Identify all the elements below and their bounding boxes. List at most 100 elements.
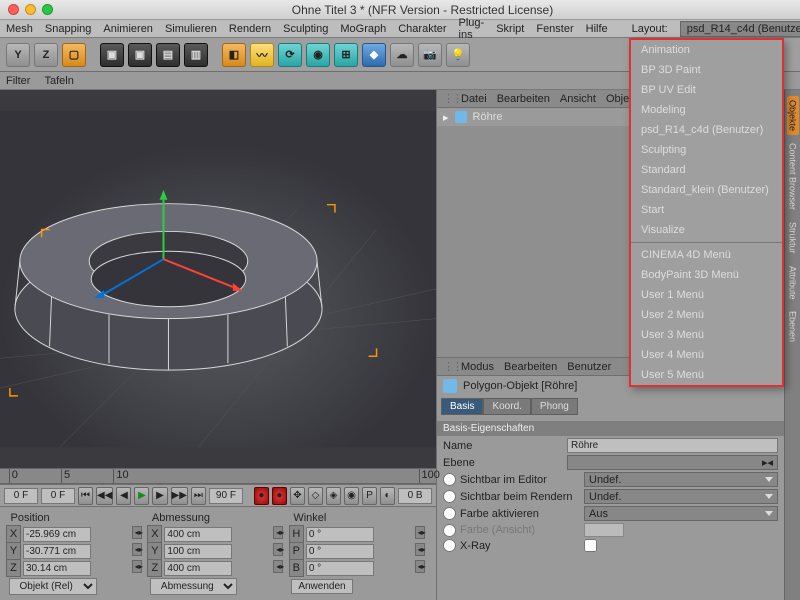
layout-item[interactable]: User 2 Menü [631, 305, 782, 325]
ang-h-field[interactable] [306, 527, 374, 542]
key-param-icon[interactable]: P [362, 487, 377, 505]
goto-end-icon[interactable]: ⏭ [191, 487, 206, 505]
sidetab-ebenen[interactable]: Ebenen [787, 307, 799, 346]
layout-item[interactable]: psd_R14_c4d (Benutzer) [631, 120, 782, 140]
menu-snapping[interactable]: Snapping [45, 23, 92, 35]
objects-menu-file[interactable]: Datei [461, 93, 487, 105]
attr-xray-radio[interactable] [443, 539, 456, 552]
tab-phong[interactable]: Phong [531, 398, 578, 415]
menu-character[interactable]: Charakter [398, 23, 446, 35]
layout-item[interactable]: Animation [631, 40, 782, 60]
sidetab-content-browser[interactable]: Content Browser [787, 139, 799, 214]
objects-menu-view[interactable]: Ansicht [560, 93, 596, 105]
attr-menu-edit[interactable]: Bearbeiten [504, 361, 557, 373]
attr-color-act-radio[interactable] [443, 507, 456, 520]
prev-frame-icon[interactable]: ◀ [116, 487, 131, 505]
sidetab-objekte[interactable]: Objekte [787, 96, 799, 135]
frame-start-field[interactable] [4, 488, 38, 504]
render-settings-icon[interactable]: ▤ [156, 43, 180, 67]
layout-item[interactable]: User 1 Menü [631, 285, 782, 305]
attr-color-act-select[interactable]: Aus [584, 506, 778, 521]
dim-z-field[interactable] [164, 561, 232, 576]
objects-menu-edit[interactable]: Bearbeiten [497, 93, 550, 105]
menu-mograph[interactable]: MoGraph [340, 23, 386, 35]
pos-z-field[interactable] [23, 561, 91, 576]
tab-koord[interactable]: Koord. [483, 398, 530, 415]
close-window-button[interactable] [8, 4, 19, 15]
add-spline-icon[interactable]: 〰 [250, 43, 274, 67]
menu-animate[interactable]: Animieren [103, 23, 153, 35]
key-pla-icon[interactable]: ◐ [380, 487, 395, 505]
menu-sculpting[interactable]: Sculpting [283, 23, 328, 35]
pos-y-field[interactable] [23, 544, 91, 559]
layout-item[interactable]: User 5 Menü [631, 365, 782, 385]
add-camera-icon[interactable]: 📷 [418, 43, 442, 67]
add-deformer-icon[interactable]: ◆ [362, 43, 386, 67]
picture-viewer-icon[interactable]: ▥ [184, 43, 208, 67]
menu-plugins[interactable]: Plug-ins [459, 17, 485, 41]
frame-current-field[interactable] [41, 488, 75, 504]
key-rot-icon[interactable]: ◉ [344, 487, 359, 505]
step-fwd-icon[interactable]: ▶▶ [171, 487, 188, 505]
panels-menu[interactable]: Tafeln [44, 75, 73, 87]
layout-item[interactable]: Modeling [631, 100, 782, 120]
render-view-icon[interactable]: ▣ [100, 43, 124, 67]
menu-help[interactable]: Hilfe [586, 23, 608, 35]
add-environment-icon[interactable]: ☁ [390, 43, 414, 67]
goto-start-icon[interactable]: ⏮ [78, 487, 93, 505]
add-light-icon[interactable]: 💡 [446, 43, 470, 67]
add-cube-icon[interactable]: ◧ [222, 43, 246, 67]
layout-item[interactable]: Visualize [631, 220, 782, 240]
primitive-cube-icon[interactable]: ▢ [62, 43, 86, 67]
frame-extra-field[interactable] [398, 488, 432, 504]
key-scale-icon[interactable]: ◈ [326, 487, 341, 505]
add-array-icon[interactable]: ⊞ [334, 43, 358, 67]
timeline-ruler[interactable]: 0 5 10 100 [0, 468, 436, 484]
zoom-window-button[interactable] [42, 4, 53, 15]
layout-selector[interactable]: psd_R14_c4d (Benutzer) [680, 21, 800, 37]
key-pos-icon[interactable]: ◇ [308, 487, 323, 505]
layout-item[interactable]: Start [631, 200, 782, 220]
attr-color-swatch[interactable] [584, 523, 624, 537]
attr-menu-user[interactable]: Benutzer [567, 361, 611, 373]
layout-item[interactable]: Sculpting [631, 140, 782, 160]
layout-item[interactable]: BP UV Edit [631, 80, 782, 100]
layout-item[interactable]: Standard_klein (Benutzer) [631, 180, 782, 200]
next-frame-icon[interactable]: ▶ [152, 487, 167, 505]
layout-item[interactable]: BodyPaint 3D Menü [631, 265, 782, 285]
sidetab-struktur[interactable]: Struktur [787, 218, 799, 258]
attr-xray-checkbox[interactable] [584, 539, 597, 552]
menu-render[interactable]: Rendern [229, 23, 271, 35]
render-region-icon[interactable]: ▣ [128, 43, 152, 67]
attr-vis-render-select[interactable]: Undef. [584, 489, 778, 504]
coords-apply-button[interactable]: Anwenden [291, 579, 352, 594]
ang-b-field[interactable] [306, 561, 374, 576]
attr-layer-select[interactable]: ▸◂ [567, 455, 778, 470]
axis-y-icon[interactable]: Y [6, 43, 30, 67]
attr-vis-editor-radio[interactable] [443, 473, 456, 486]
axis-z-icon[interactable]: Z [34, 43, 58, 67]
step-back-icon[interactable]: ◀◀ [96, 487, 113, 505]
menu-window[interactable]: Fenster [536, 23, 573, 35]
autokey-icon[interactable]: ● [272, 487, 287, 505]
attr-vis-render-radio[interactable] [443, 490, 456, 503]
menu-simulate[interactable]: Simulieren [165, 23, 217, 35]
minimize-window-button[interactable] [25, 4, 36, 15]
dim-y-field[interactable] [164, 544, 232, 559]
menu-mesh[interactable]: Mesh [6, 23, 33, 35]
key-move-icon[interactable]: ✥ [290, 487, 305, 505]
layout-item[interactable]: CINEMA 4D Menü [631, 245, 782, 265]
layout-item[interactable]: BP 3D Paint [631, 60, 782, 80]
tab-basis[interactable]: Basis [441, 398, 483, 415]
dim-x-field[interactable] [164, 527, 232, 542]
add-subdivision-icon[interactable]: ◉ [306, 43, 330, 67]
frame-end-field[interactable] [209, 488, 243, 504]
layout-item[interactable]: Standard [631, 160, 782, 180]
record-icon[interactable]: ● [254, 487, 269, 505]
coords-mode1-select[interactable]: Objekt (Rel) [9, 578, 97, 595]
pos-x-field[interactable] [23, 527, 91, 542]
menu-script[interactable]: Skript [496, 23, 524, 35]
3d-viewport[interactable] [0, 90, 436, 468]
attr-menu-mode[interactable]: Modus [461, 361, 494, 373]
play-icon[interactable]: ▶ [134, 487, 149, 505]
